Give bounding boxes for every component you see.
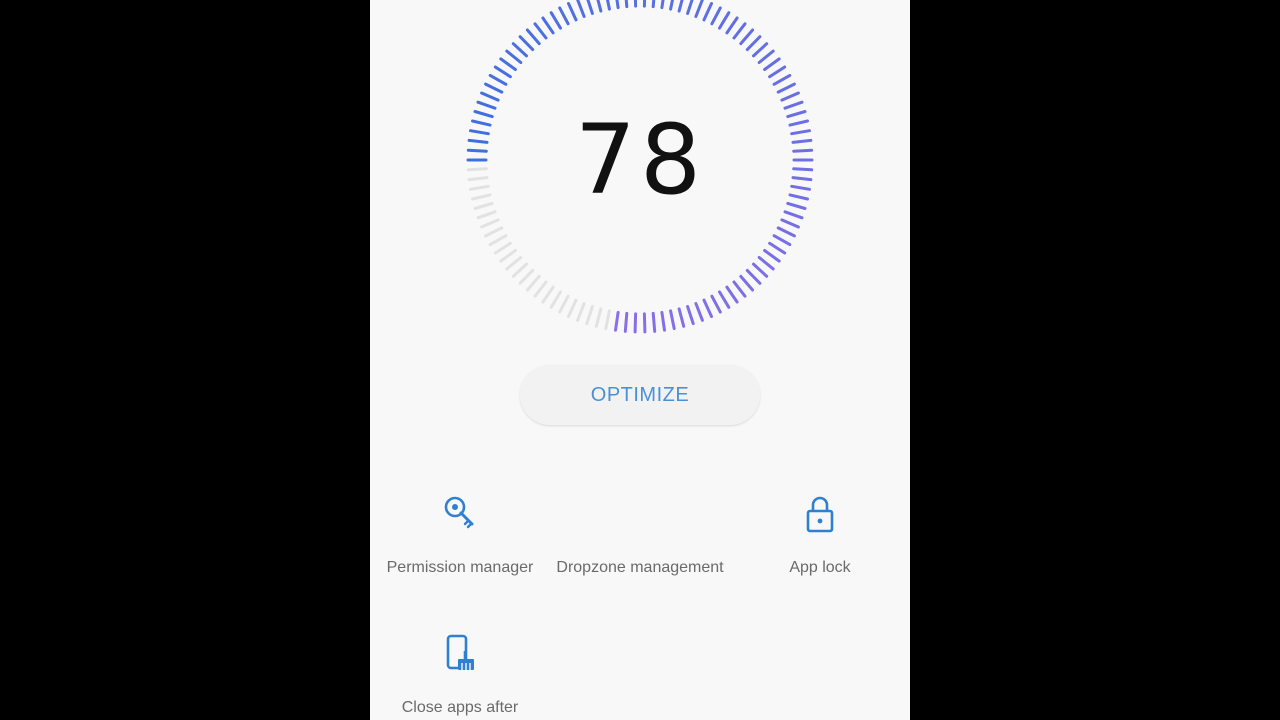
score-tick-inactive: [511, 262, 528, 278]
score-tick-active: [732, 280, 747, 298]
score-tick-active: [686, 305, 695, 326]
tool-permission-manager[interactable]: Permission manager: [370, 493, 550, 579]
score-tick-active: [718, 290, 731, 309]
score-tick-active: [615, 0, 620, 10]
score-tick-active: [772, 73, 792, 86]
score-tick-active: [768, 65, 787, 79]
key-search-icon: [444, 496, 474, 529]
score-tick-active: [710, 294, 722, 314]
score-tick-inactive: [576, 302, 586, 322]
score-tick-active: [660, 310, 666, 332]
next-page-edge: [902, 0, 910, 720]
score-tick-active: [763, 249, 781, 263]
score-tick-active: [702, 2, 713, 22]
score-tick-active: [780, 218, 800, 229]
score-tick-active: [541, 16, 555, 35]
score-tick-inactive: [525, 274, 541, 292]
score-tick-inactive: [484, 226, 504, 238]
tool-label: Permission manager: [386, 559, 534, 576]
score-tick-active: [596, 0, 603, 13]
score-tick-active: [694, 0, 704, 18]
score-tick-active: [511, 42, 528, 58]
score-tick-active: [623, 311, 629, 333]
score-tick-active: [776, 82, 796, 94]
score-tick-active: [669, 309, 676, 331]
score-tick-active: [677, 307, 686, 328]
score-tick-active: [484, 82, 504, 94]
device-score-dial: 78: [370, 0, 910, 340]
tool-dropzone-management[interactable]: Dropzone management: [550, 493, 730, 579]
score-tick-inactive: [604, 309, 611, 331]
score-tick-active: [488, 73, 508, 86]
score-tick-inactive: [533, 280, 548, 298]
score-tick-active: [752, 262, 769, 278]
tool-label: App lock: [789, 559, 851, 576]
score-tick-active: [725, 285, 739, 304]
score-tick-active: [725, 16, 739, 35]
tool-close-apps-after[interactable]: Close apps after: [370, 633, 550, 719]
score-tick-active: [518, 35, 535, 52]
score-tick-active: [752, 42, 769, 58]
score-tick-active: [669, 0, 674, 11]
tool-app-lock[interactable]: App lock: [730, 493, 910, 579]
score-tick-active: [586, 0, 594, 15]
score-tick-active: [745, 268, 762, 285]
score-tick-active: [606, 0, 611, 11]
score-tick-active: [686, 0, 694, 15]
score-tick-inactive: [541, 285, 555, 304]
score-tick-active: [739, 28, 755, 46]
score-tick-inactive: [585, 305, 594, 326]
score-tick-active: [549, 11, 562, 30]
score-tick-inactive: [488, 234, 508, 247]
score-tick-active: [624, 0, 629, 9]
score-tick-active: [768, 241, 787, 255]
tool-label: Close apps after: [401, 699, 519, 716]
score-tick-inactive: [518, 268, 535, 285]
score-tick-inactive: [549, 290, 562, 309]
score-tick-inactive: [558, 294, 570, 314]
score-tick-active: [660, 0, 665, 10]
score-tick-active: [633, 0, 638, 8]
score-tick-active: [694, 302, 704, 322]
optimize-button[interactable]: OPTIMIZE: [520, 365, 760, 425]
score-tick-inactive: [499, 249, 517, 263]
score-tick-active: [525, 28, 541, 46]
score-tick-active: [757, 49, 775, 64]
score-tick-active: [739, 274, 755, 292]
score-tick-active: [718, 11, 731, 30]
score-tick-active: [702, 298, 713, 318]
score-tick-active: [499, 57, 517, 71]
score-tick-active: [757, 256, 775, 271]
score-tick-active: [772, 234, 792, 247]
score-tick-active: [763, 57, 781, 71]
score-tick-inactive: [493, 241, 512, 255]
score-tick-active: [505, 49, 523, 64]
score-tick-inactive: [594, 307, 603, 328]
tool-label: Dropzone management: [556, 559, 724, 576]
score-tick-active: [745, 35, 762, 52]
score-tick-active: [633, 312, 638, 334]
score-tick-inactive: [480, 218, 500, 229]
score-tick-active: [576, 0, 586, 18]
score-tick-active: [614, 310, 620, 332]
score-tick-inactive: [505, 256, 523, 271]
phone-screen: 78 OPTIMIZE Permission manager Dropzone …: [370, 0, 910, 720]
score-tick-active: [567, 2, 578, 22]
score-tick-active: [677, 0, 684, 13]
score-tick-active: [533, 22, 548, 40]
score-tick-active: [776, 226, 796, 238]
score-tick-inactive: [567, 298, 578, 318]
score-tick-active: [651, 311, 657, 333]
score-tick-active: [732, 22, 747, 40]
score-tick-active: [651, 0, 656, 9]
score-tick-active: [493, 65, 512, 79]
score-tick-active: [642, 312, 647, 334]
device-score-value: 78: [574, 104, 706, 216]
phone-broom-icon: [446, 634, 474, 670]
score-tick-active: [558, 6, 570, 26]
padlock-icon: [806, 496, 834, 533]
score-tick-active: [642, 0, 647, 8]
score-tick-active: [710, 6, 722, 26]
